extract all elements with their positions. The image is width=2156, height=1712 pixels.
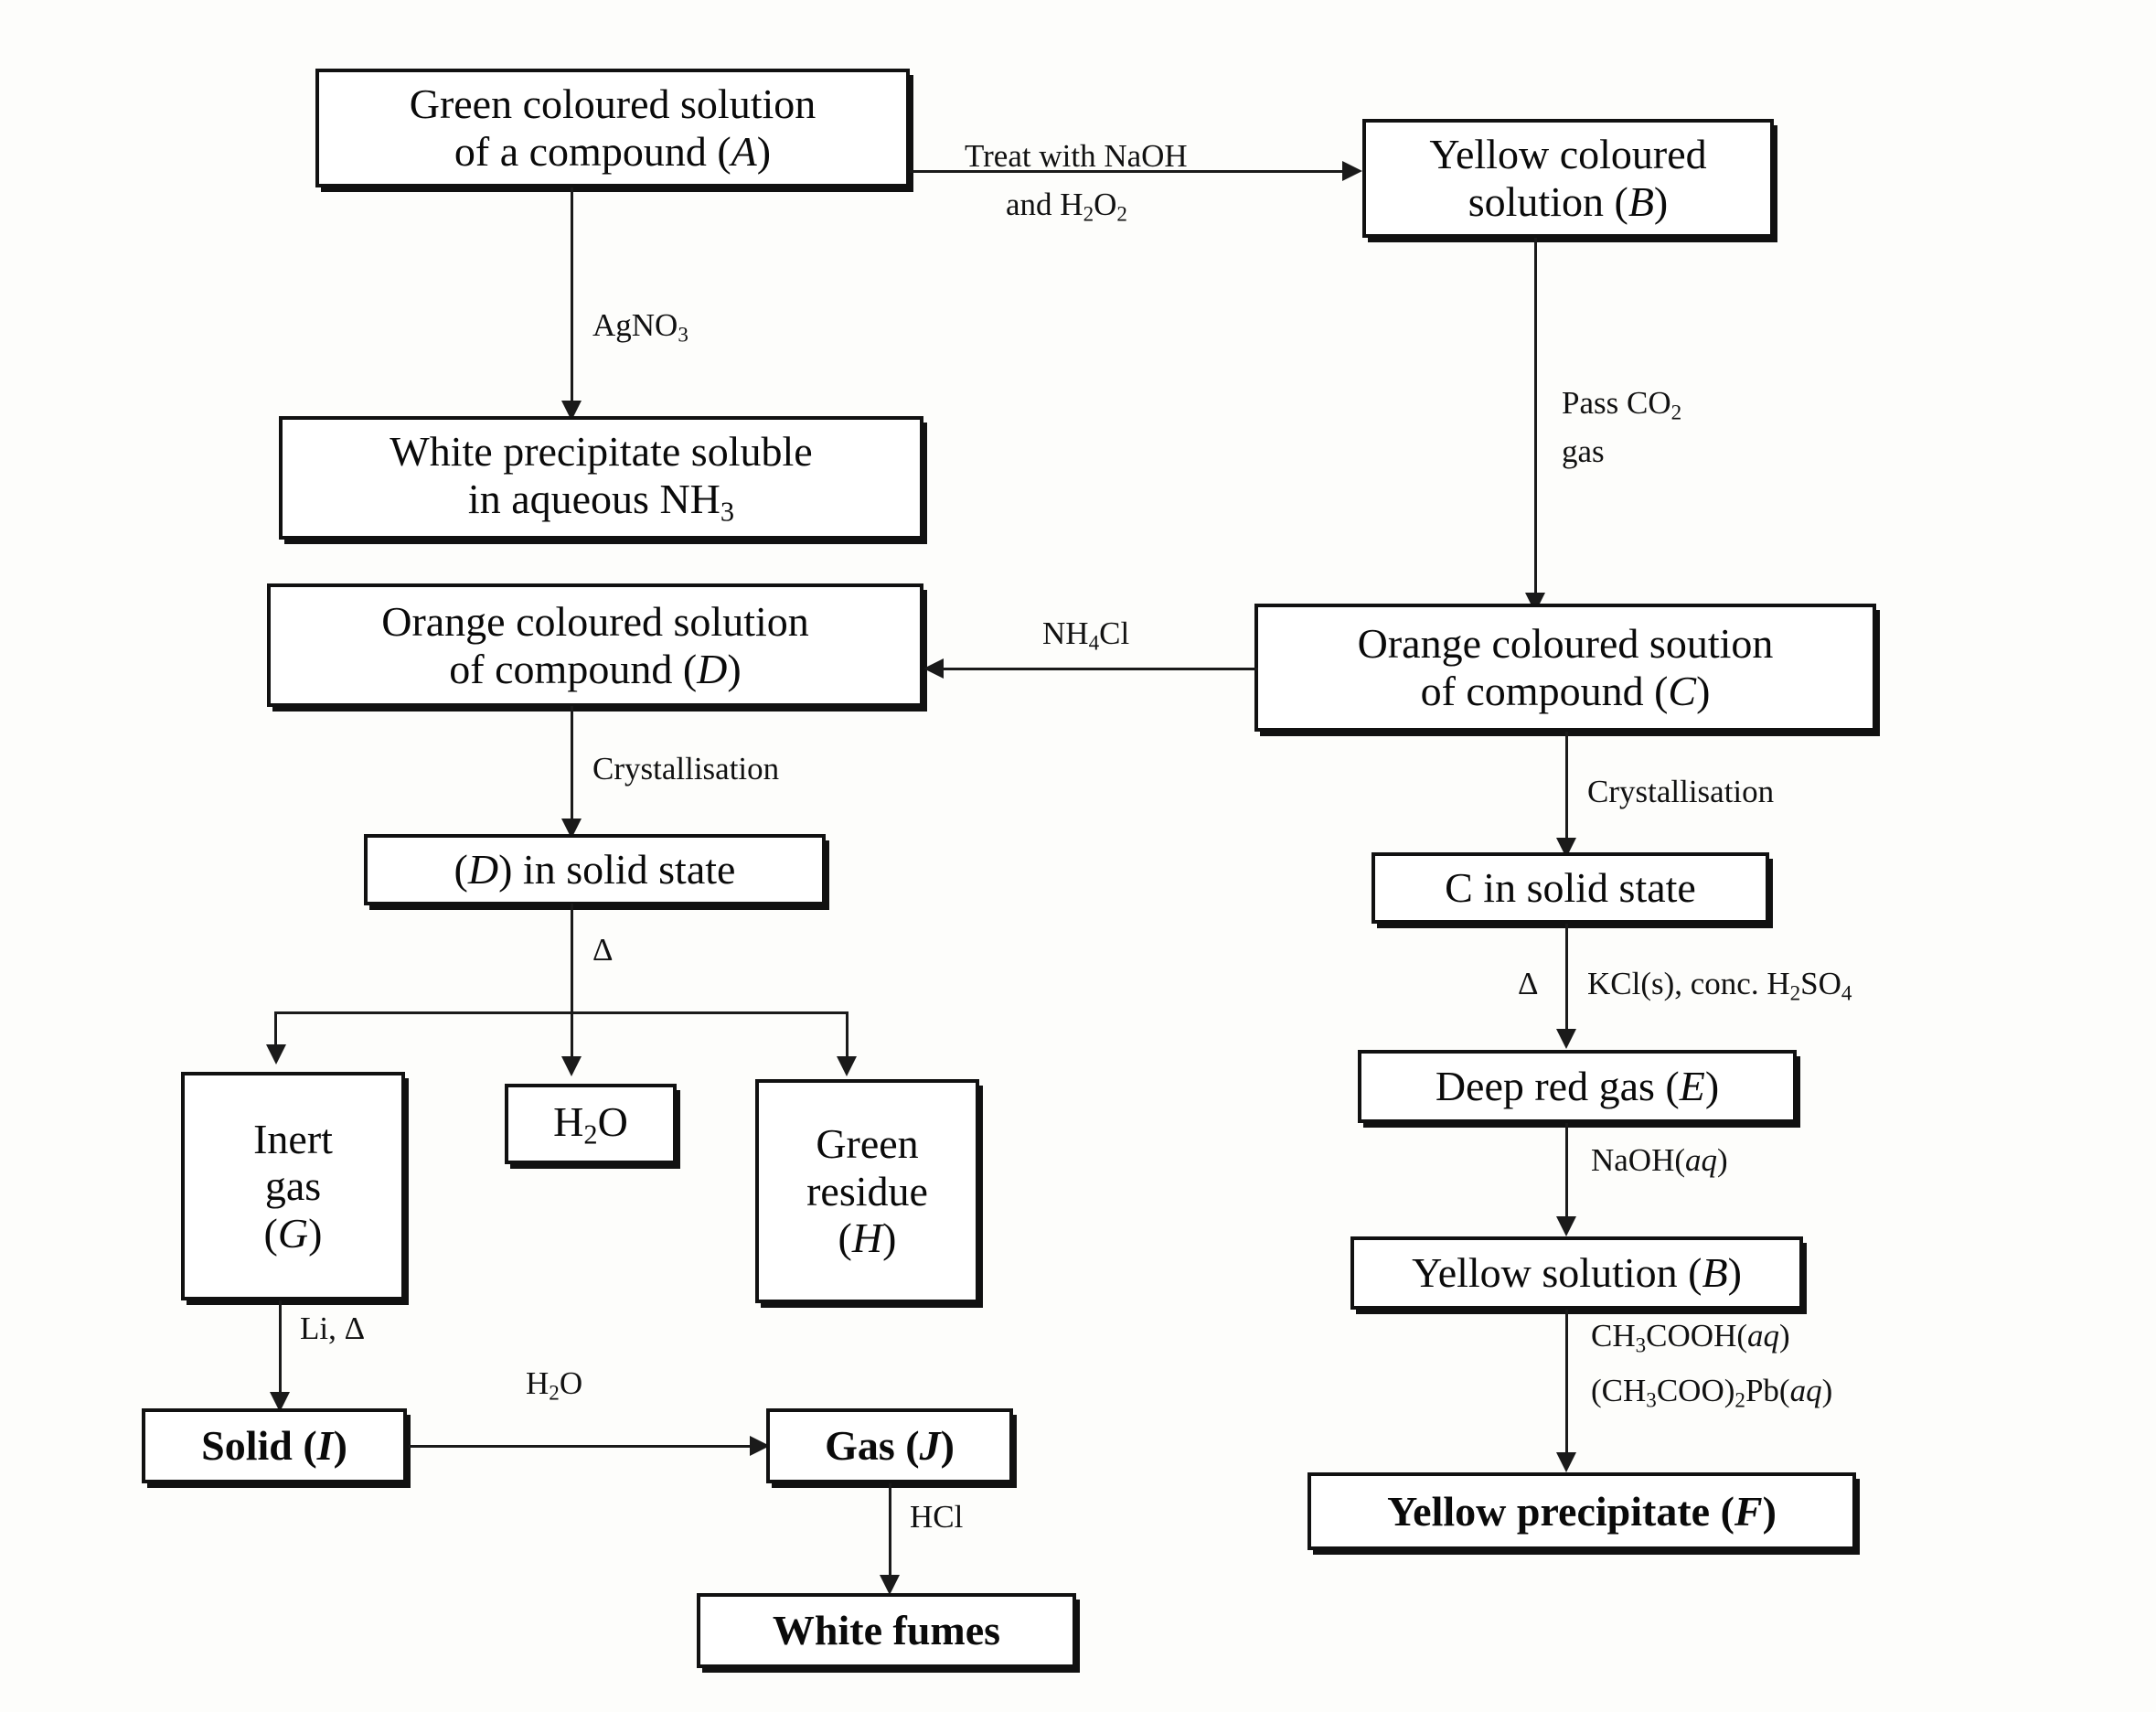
node-white-precipitate-label: White precipitate soluble in aqueous NH3 [390, 428, 813, 528]
edge-label-crystallisation-c: Crystallisation [1587, 774, 1775, 809]
edge-a-to-white-ppt [571, 187, 573, 412]
edge-label-li-delta: Li, Δ [300, 1311, 366, 1346]
edge-label-pass-co2: Pass CO2 [1562, 385, 1682, 424]
node-deep-red-gas-e: Deep red gas (E) [1358, 1050, 1797, 1123]
edge-label-naoh-aq: NaOH(aq) [1591, 1142, 1728, 1178]
edge-label-nh4cl: NH4Cl [1042, 615, 1130, 655]
edge-label-hcl: HCl [910, 1499, 964, 1535]
edge-b-to-yellow-precipitate [1565, 1310, 1568, 1463]
edge-j-to-white-fumes-arrowhead [880, 1575, 900, 1595]
node-orange-solution-c-label: Orange coloured soution of compound (C) [1357, 620, 1774, 714]
edge-j-to-white-fumes [889, 1483, 891, 1586]
node-yellow-solution-b2-label: Yellow solution (B) [1412, 1249, 1742, 1297]
node-green-solution-a-label: Green coloured solution of a compound (A) [409, 80, 817, 175]
edge-label-agno3: AgNO3 [592, 307, 688, 347]
edge-label-delta-d: Δ [592, 932, 614, 968]
edge-b-to-c [1534, 238, 1537, 604]
edge-g-to-i [279, 1300, 282, 1403]
node-inert-gas-g-label: Inert gas (G) [253, 1115, 333, 1257]
edge-i-to-j [409, 1445, 758, 1448]
node-white-fumes-label: White fumes [772, 1607, 1001, 1654]
node-orange-solution-d-label: Orange coloured solution of compound (D) [381, 597, 809, 692]
node-yellow-solution-b: Yellow coloured solution (B) [1362, 119, 1774, 238]
edge-e-to-yellow-solution [1565, 1123, 1568, 1228]
edge-c-to-c-solid [1565, 732, 1568, 849]
flowchart-canvas: Green coloured solution of a compound (A)… [0, 0, 2156, 1712]
node-white-fumes: White fumes [697, 1593, 1076, 1668]
node-green-solution-a: Green coloured solution of a compound (A) [315, 69, 910, 187]
node-yellow-precipitate-f: Yellow precipitate (F) [1307, 1472, 1856, 1550]
edge-label-lead-acetate: (CH3COO)2Pb(aq) [1591, 1373, 1833, 1412]
edge-c-solid-to-deep-red-gas-arrowhead [1556, 1029, 1576, 1049]
node-c-solid-state-label: C in solid state [1445, 864, 1696, 912]
edge-d-solid-to-split [571, 904, 573, 1011]
edge-label-crystallisation-d: Crystallisation [592, 751, 780, 786]
node-c-solid-state: C in solid state [1372, 852, 1769, 924]
node-orange-solution-d: Orange coloured solution of compound (D) [267, 583, 923, 707]
node-white-precipitate: White precipitate soluble in aqueous NH3 [279, 416, 923, 540]
edge-b-to-yellow-precipitate-arrowhead [1556, 1452, 1576, 1472]
edge-branch-to-green-residue-arrowhead [837, 1056, 857, 1076]
edge-label-pass-co2-gas: gas [1562, 433, 1605, 469]
node-yellow-solution-b2: Yellow solution (B) [1350, 1236, 1803, 1310]
edge-c-solid-to-deep-red-gas [1565, 924, 1568, 1041]
node-gas-j: Gas (J) [766, 1408, 1013, 1483]
node-orange-solution-c: Orange coloured soution of compound (C) [1254, 604, 1876, 732]
node-d-solid-state: (D) in solid state [364, 834, 826, 905]
node-d-solid-state-label: (D) in solid state [454, 846, 736, 893]
node-green-residue-h: Green residue (H) [755, 1079, 979, 1303]
node-water-label: H2O [553, 1097, 628, 1150]
node-yellow-precipitate-f-label: Yellow precipitate (F) [1387, 1487, 1777, 1535]
node-gas-j-label: Gas (J) [825, 1422, 955, 1470]
edge-e-to-yellow-solution-arrowhead [1556, 1216, 1576, 1236]
edge-branch-to-water-arrowhead [561, 1056, 582, 1076]
node-solid-i-label: Solid (I) [201, 1422, 347, 1470]
edge-label-h2o-i-to-j: H2O [526, 1365, 583, 1405]
node-green-residue-h-label: Green residue (H) [806, 1120, 928, 1262]
edge-a-to-b-arrowhead [1342, 161, 1362, 181]
edge-label-delta-c: Δ [1518, 966, 1539, 1001]
edge-label-kcl-h2so4: KCl(s), conc. H2SO4 [1587, 966, 1852, 1005]
node-solid-i: Solid (I) [142, 1408, 407, 1483]
node-water: H2O [505, 1084, 677, 1164]
node-deep-red-gas-e-label: Deep red gas (E) [1435, 1063, 1720, 1110]
edge-c-to-d [940, 668, 1258, 670]
edge-c-to-d-arrowhead [923, 658, 944, 679]
edge-d-to-d-solid [571, 706, 573, 829]
edge-three-way-bar [274, 1011, 849, 1014]
edge-branch-to-inert-gas-arrowhead [266, 1044, 286, 1065]
edge-label-a-to-b-line1: Treat with NaOH [965, 138, 1188, 174]
node-inert-gas-g: Inert gas (G) [181, 1072, 405, 1300]
node-yellow-solution-b-label: Yellow coloured solution (B) [1429, 131, 1707, 225]
edge-label-ch3cooh: CH3COOH(aq) [1591, 1318, 1790, 1357]
edge-label-a-to-b-line2: and H2O2 [1006, 187, 1127, 226]
